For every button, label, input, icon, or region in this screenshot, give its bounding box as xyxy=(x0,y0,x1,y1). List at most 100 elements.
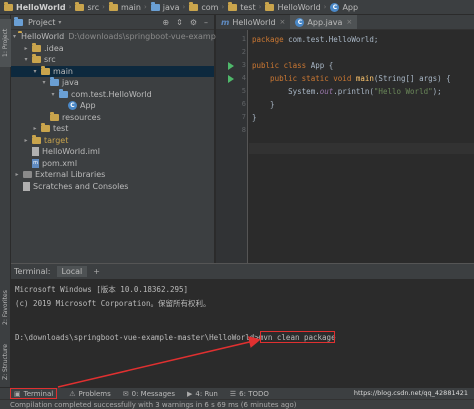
breadcrumb-item[interactable]: C App xyxy=(328,0,360,15)
chevron-right-icon: › xyxy=(182,3,186,11)
editor-tabs: m HelloWorld × C App.java × xyxy=(216,15,474,30)
tool-tab-terminal[interactable]: ▣ Terminal xyxy=(10,388,58,399)
editor-tab[interactable]: C App.java × xyxy=(290,15,358,29)
breadcrumb-item[interactable]: java › xyxy=(149,0,188,15)
tree-item[interactable]: ▸ .idea xyxy=(11,42,214,54)
breadcrumb-label: com xyxy=(201,2,219,12)
locate-icon[interactable]: ⊕ xyxy=(162,18,169,27)
breadcrumb-item[interactable]: main › xyxy=(107,0,149,15)
chevron-right-icon: › xyxy=(102,3,105,11)
structure-tool-tab[interactable]: Z: Structure xyxy=(0,337,11,387)
chevron-right-icon[interactable]: ▸ xyxy=(22,45,30,52)
folder-icon xyxy=(41,123,50,132)
tree-item-label: resources xyxy=(62,112,101,122)
code-line-5: System.out.println("Hello World"); xyxy=(252,87,442,96)
code-line-1: package com.test.HelloWorld; xyxy=(252,35,379,44)
tree-item[interactable]: ▾ src xyxy=(11,54,214,65)
breadcrumb-label: src xyxy=(87,2,100,12)
code-line-3: public class App { xyxy=(252,61,334,70)
tree-item-label: External Libraries xyxy=(35,170,106,179)
hide-icon[interactable]: – xyxy=(204,18,208,27)
tree-item-label: com.test.HelloWorld xyxy=(71,89,152,99)
folder-icon xyxy=(265,1,275,11)
tree-item-label: HelloWorld xyxy=(21,32,65,41)
breadcrumb-item[interactable]: src › xyxy=(73,0,107,15)
chevron-down-icon[interactable]: ▾ xyxy=(40,79,48,86)
editor-pane: m HelloWorld × C App.java × 12345678 package … xyxy=(216,15,474,263)
folder-icon xyxy=(32,42,41,52)
terminal-line-2: (c) 2019 Microsoft Corporation。保留所有权利。 xyxy=(15,299,211,308)
tree-item[interactable]: HelloWorld.iml xyxy=(11,146,214,157)
scratch-icon xyxy=(23,181,30,191)
tree-item-label: test xyxy=(53,124,69,133)
folder-icon xyxy=(150,1,160,11)
close-icon[interactable]: × xyxy=(280,18,286,26)
breadcrumb-label: HelloWorld xyxy=(277,2,321,12)
tree-item[interactable]: ▾ java xyxy=(11,77,214,88)
breadcrumb-label: test xyxy=(240,2,256,12)
tree-item[interactable]: ▸ test xyxy=(11,123,214,134)
chevron-right-icon[interactable]: ▸ xyxy=(13,171,21,178)
chevron-down-icon[interactable]: ▾ xyxy=(31,68,39,75)
run-gutter-icon[interactable] xyxy=(228,75,234,83)
tool-tab-problems[interactable]: ⚠ Problems xyxy=(69,390,111,398)
tree-item[interactable]: ▸ target xyxy=(11,134,214,146)
breadcrumb: HelloWorld › src › main › java › com › test › HelloW… xyxy=(0,0,474,15)
class-icon: C xyxy=(295,17,305,27)
status-bar: Compilation completed successfully with … xyxy=(0,399,474,409)
editor-gutter: 12345678 xyxy=(216,30,248,263)
favorites-tool-tab[interactable]: 2: Favorites xyxy=(0,283,11,333)
chevron-right-icon[interactable]: ▸ xyxy=(31,125,39,132)
chevron-down-icon[interactable]: ▾ xyxy=(22,56,30,63)
project-panel-title[interactable]: Project xyxy=(28,18,55,27)
collapse-icon[interactable]: ⇕ xyxy=(176,18,183,27)
tree-item[interactable]: m pom.xml xyxy=(11,158,214,169)
add-terminal-icon[interactable]: + xyxy=(93,267,100,276)
terminal-tab-local[interactable]: Local xyxy=(56,266,88,277)
class-icon: C xyxy=(330,2,340,12)
tree-item[interactable]: Scratches and Consoles xyxy=(11,181,214,192)
run-gutter-icon[interactable] xyxy=(228,62,234,70)
tool-tab-0-messages[interactable]: ✉ 0: Messages xyxy=(123,390,175,398)
tree-item[interactable]: ▸ External Libraries xyxy=(11,169,214,180)
line-number: 8 xyxy=(241,126,246,134)
close-icon[interactable]: × xyxy=(346,18,352,26)
tree-item-label: src xyxy=(44,55,56,64)
editor-tab[interactable]: m HelloWorld × xyxy=(216,15,290,29)
tool-tab-icon: ✉ xyxy=(122,389,129,398)
tree-item[interactable]: ▾ HelloWorld D:\downloads\springboot-vue-e… xyxy=(11,31,243,42)
tree-item[interactable]: C App xyxy=(11,100,214,111)
tool-tab-label: 0: Messages xyxy=(131,389,176,398)
folder-icon xyxy=(75,1,85,11)
package-icon xyxy=(59,88,68,98)
breadcrumb-item[interactable]: com › xyxy=(187,0,226,15)
breadcrumb-item[interactable]: test › xyxy=(226,0,263,15)
chevron-right-icon: › xyxy=(258,3,262,11)
command-highlight-box xyxy=(260,331,335,343)
gear-icon[interactable]: ⚙ xyxy=(190,18,197,27)
breadcrumb-item[interactable]: HelloWorld › xyxy=(2,0,73,15)
tree-item[interactable]: ▾ com.test.HelloWorld xyxy=(11,88,214,100)
folder-icon xyxy=(41,65,50,75)
breadcrumb-item[interactable]: HelloWorld › xyxy=(263,0,328,15)
chevron-right-icon: › xyxy=(221,3,225,11)
tool-tab-6-todo[interactable]: ☰ 6: TODO xyxy=(230,390,269,398)
project-tool-tab[interactable]: 1: Project xyxy=(0,19,11,67)
chevron-down-icon[interactable]: ▾ xyxy=(58,19,61,26)
folder-icon xyxy=(228,1,238,11)
project-view-icon xyxy=(14,16,23,26)
chevron-down-icon[interactable]: ▾ xyxy=(13,33,16,40)
chevron-down-icon[interactable]: ▾ xyxy=(49,91,57,98)
tree-item[interactable]: resources xyxy=(11,111,214,123)
breadcrumb-label: HelloWorld xyxy=(16,2,66,12)
tool-tab-label: 6: TODO xyxy=(239,389,269,398)
tool-tab-4-run[interactable]: ▶ 4: Run xyxy=(187,390,218,398)
watermark-url: https://blog.csdn.net/qq_42881421 xyxy=(353,389,468,397)
file-icon xyxy=(32,147,39,156)
tool-tab-icon: ☰ xyxy=(229,389,237,398)
tree-item[interactable]: ▾ main xyxy=(11,65,214,77)
chevron-right-icon[interactable]: ▸ xyxy=(22,137,30,144)
library-icon xyxy=(23,171,32,178)
tree-item-label: .idea xyxy=(44,43,64,53)
left-tool-stripe: 1: Project 2: Favorites Z: Structure xyxy=(0,15,11,387)
